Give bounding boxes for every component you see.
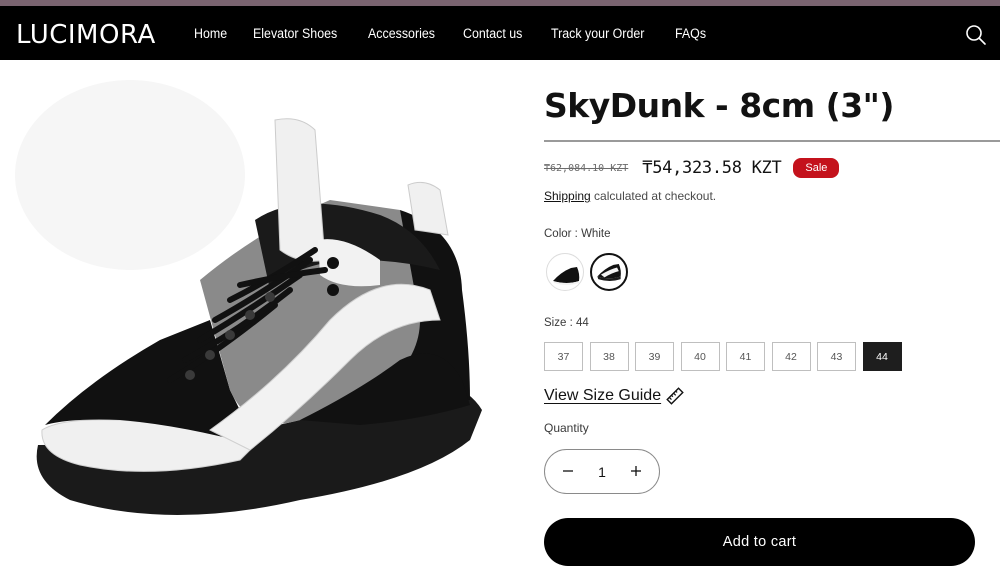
size-option[interactable]: 40 <box>680 342 720 371</box>
price-row: ₸62,084.10 KZT ₸54,323.58 KZT Sale <box>544 158 840 178</box>
quantity-label: Quantity <box>544 421 589 435</box>
product-image[interactable] <box>0 60 520 577</box>
size-guide-label: View Size Guide <box>544 387 662 404</box>
brand-logo[interactable]: LUCIMORA <box>16 20 156 50</box>
nav-contact-us[interactable]: Contact us <box>463 26 522 41</box>
nav-home[interactable]: Home <box>194 26 227 41</box>
site-header: LUCIMORA Home Elevator Shoes Accessories… <box>0 6 1000 60</box>
size-option[interactable]: 42 <box>771 342 811 371</box>
size-guide-link[interactable]: View Size Guide <box>544 387 684 405</box>
plus-icon <box>630 465 641 476</box>
minus-icon <box>563 469 573 472</box>
color-swatch-white[interactable] <box>590 253 628 291</box>
size-option[interactable]: 43 <box>817 342 856 371</box>
nav-elevator-shoes[interactable]: Elevator Shoes <box>253 26 337 41</box>
size-options: 37 38 39 40 41 42 43 44 <box>544 342 908 371</box>
nav-track-order[interactable]: Track your Order <box>551 26 644 41</box>
main-nav: Home Elevator Shoes Accessories Contact … <box>194 26 732 41</box>
size-option[interactable]: 37 <box>544 342 583 371</box>
nav-accessories[interactable]: Accessories <box>368 26 435 41</box>
size-option[interactable]: 38 <box>589 342 629 371</box>
size-option-selected[interactable]: 44 <box>862 342 902 371</box>
shipping-link[interactable]: Shipping <box>544 189 591 203</box>
quantity-decrease-button[interactable] <box>561 463 575 481</box>
title-divider <box>544 140 1000 142</box>
sale-price: ₸54,323.58 KZT <box>642 158 782 178</box>
shipping-note: Shipping calculated at checkout. <box>544 189 716 203</box>
sale-badge: Sale <box>793 158 840 178</box>
quantity-input[interactable]: 1 <box>598 464 606 480</box>
nav-faqs[interactable]: FAQs <box>675 26 706 41</box>
quantity-increase-button[interactable] <box>629 463 643 481</box>
search-icon[interactable] <box>965 24 987 46</box>
size-option[interactable]: 39 <box>635 342 674 371</box>
size-label: Size : 44 <box>544 317 589 329</box>
color-label: Color : White <box>544 228 611 240</box>
shipping-text: calculated at checkout. <box>590 189 717 203</box>
regular-price: ₸62,084.10 KZT <box>544 162 629 174</box>
product-title: SkyDunk - 8cm (3") <box>544 86 894 125</box>
size-option[interactable]: 41 <box>726 342 765 371</box>
quantity-stepper: 1 <box>544 449 660 494</box>
color-swatch-black[interactable] <box>546 253 584 291</box>
sneaker-illustration <box>15 80 483 515</box>
ruler-icon <box>666 387 684 405</box>
add-to-cart-button[interactable]: Add to cart <box>544 518 975 566</box>
